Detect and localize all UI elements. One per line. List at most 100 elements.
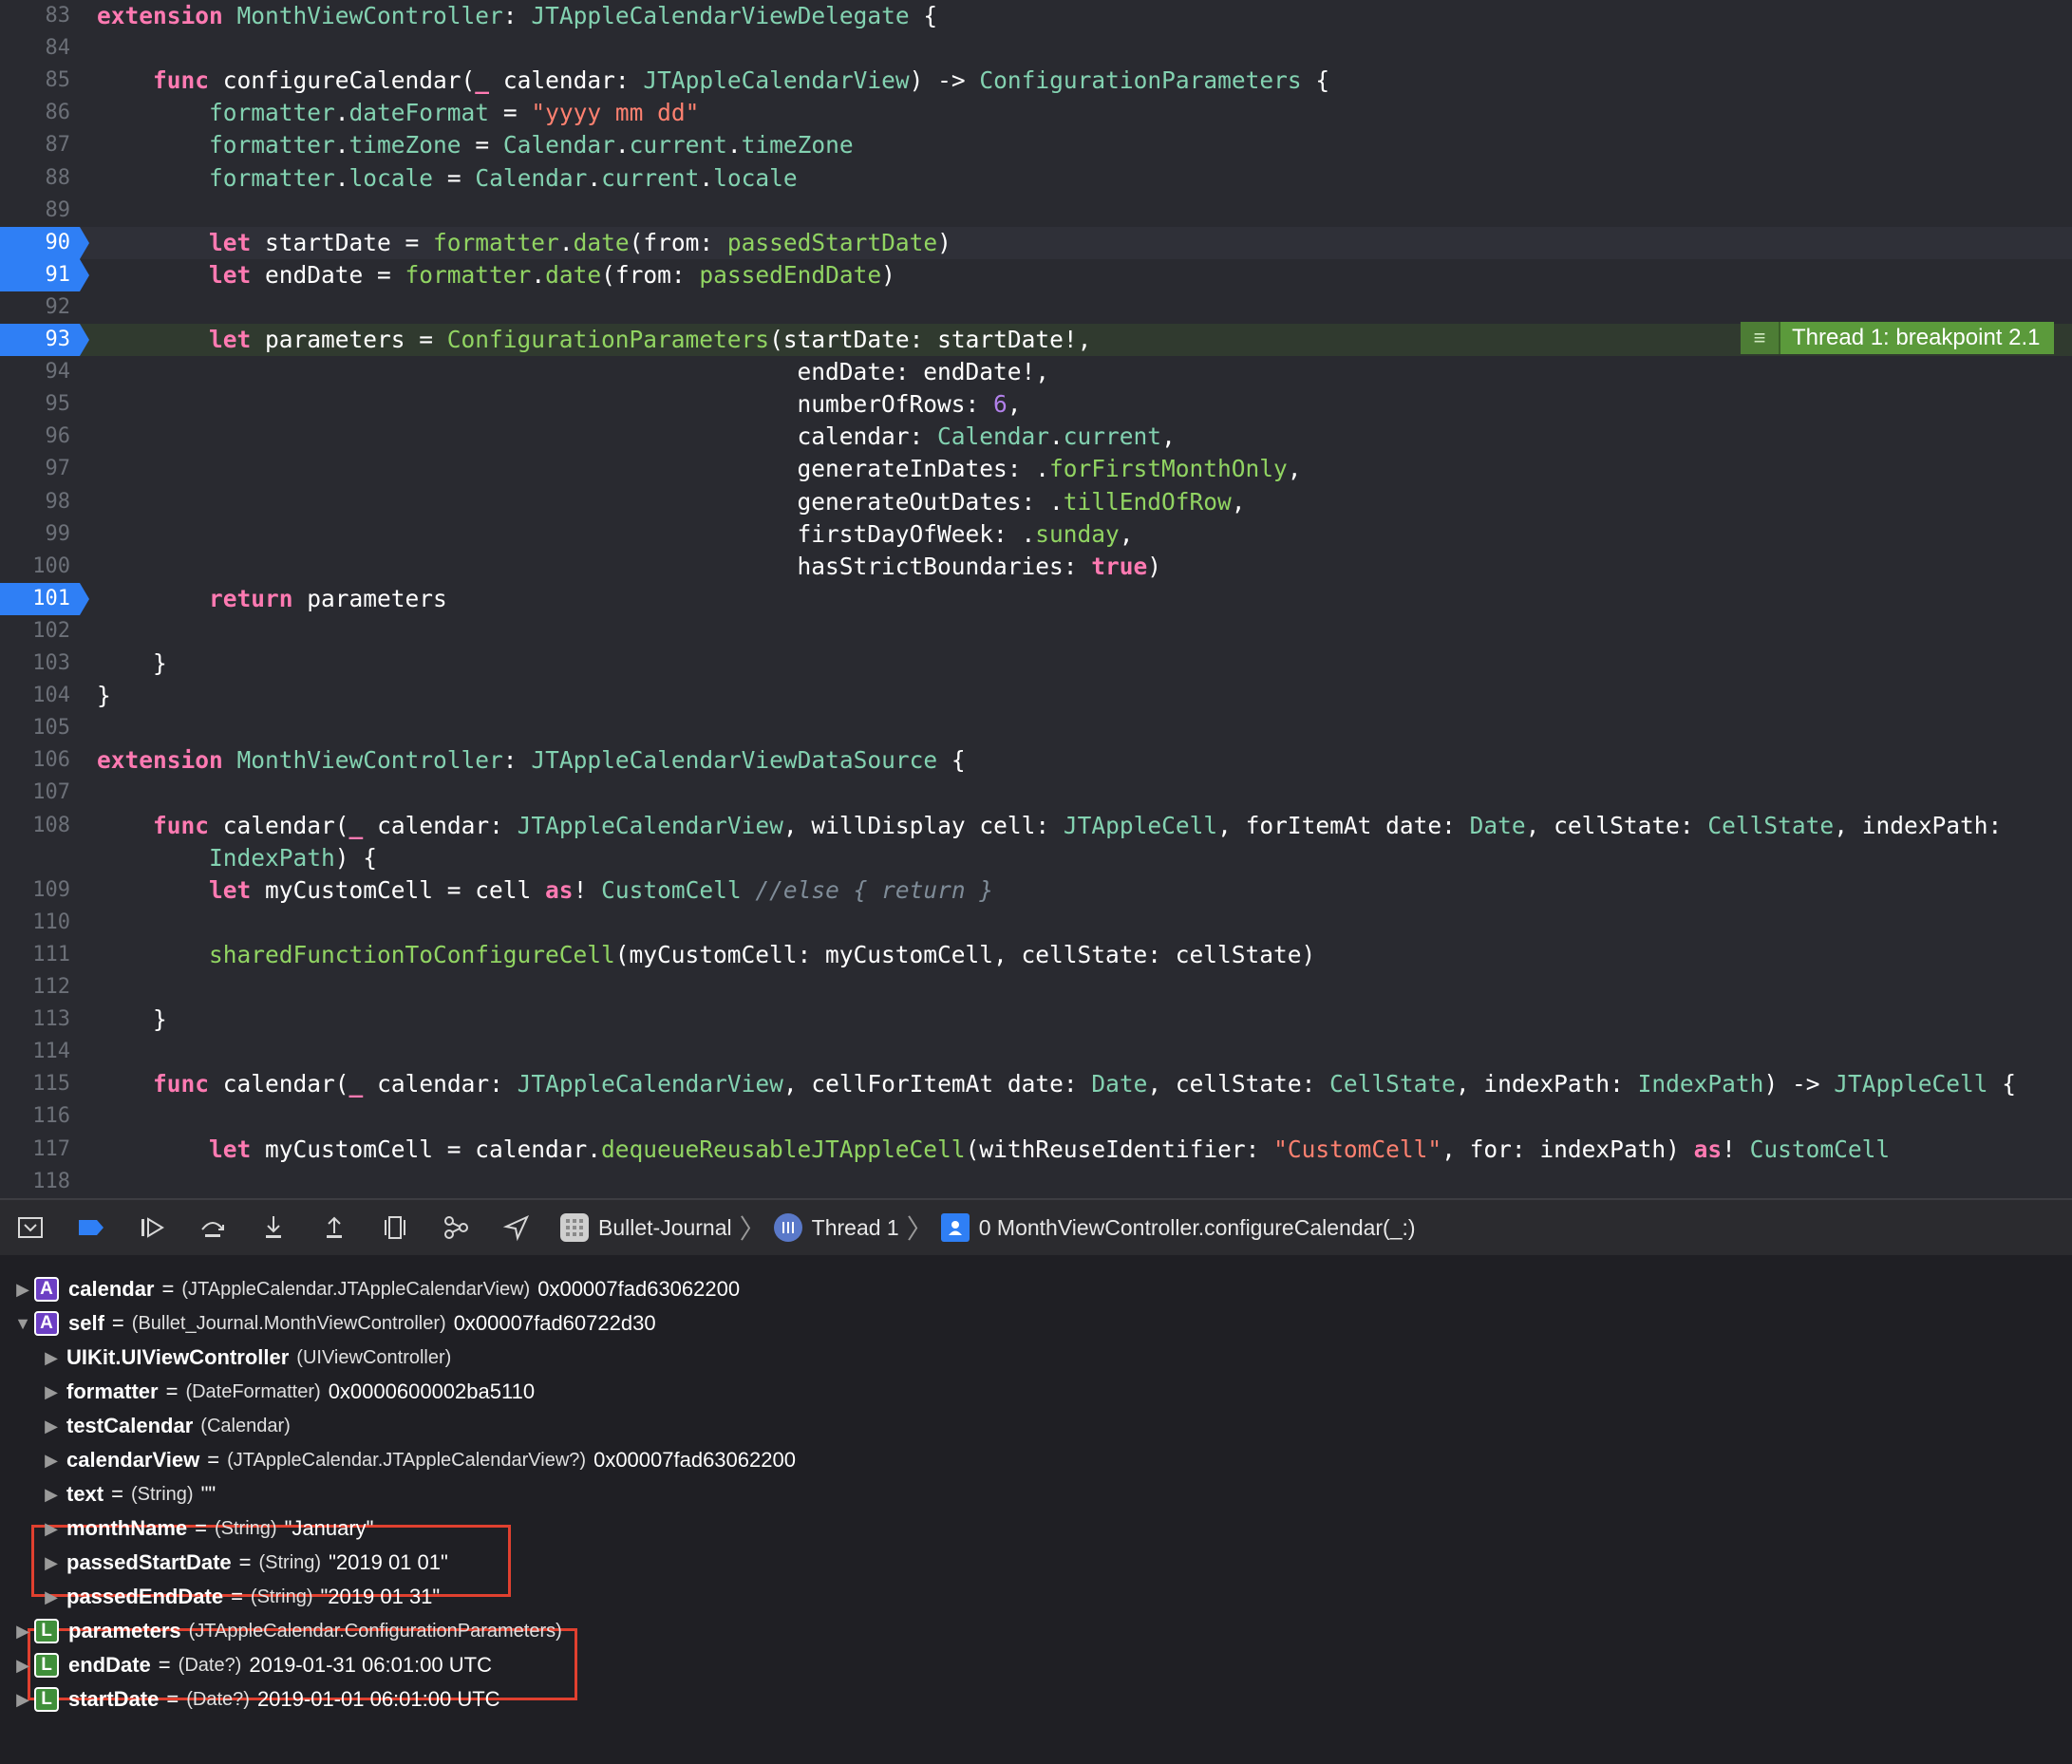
code-line[interactable]: 84 — [0, 32, 2072, 65]
code-line[interactable]: 111 sharedFunctionToConfigureCell(myCust… — [0, 939, 2072, 971]
code-line[interactable]: 88 formatter.locale = Calendar.current.l… — [0, 162, 2072, 195]
line-number[interactable]: 99 — [0, 518, 76, 551]
line-number[interactable]: 100 — [0, 551, 76, 583]
code-line[interactable]: 87 formatter.timeZone = Calendar.current… — [0, 129, 2072, 161]
breakpoint-marker[interactable]: 93 — [0, 324, 89, 356]
disclosure-closed-icon[interactable]: ▶ — [11, 1622, 34, 1642]
code-line[interactable]: 89 — [0, 195, 2072, 227]
code-line[interactable]: 118 — [0, 1166, 2072, 1198]
code-line[interactable]: 102 — [0, 615, 2072, 647]
line-number[interactable]: 105 — [0, 712, 76, 744]
hide-debug-area-icon[interactable] — [0, 1200, 61, 1255]
line-number[interactable]: 95 — [0, 388, 76, 421]
variable-row[interactable]: ▶ UIKit.UIViewController (UIViewController… — [40, 1341, 459, 1375]
code-line[interactable]: 85 func configureCalendar(_ calendar: JT… — [0, 65, 2072, 97]
variable-row[interactable]: ▶ LstartDate = (Date?) 2019-01-01 06:01:00 U… — [11, 1682, 500, 1717]
code-line[interactable]: 109 let myCustomCell = cell as! CustomCe… — [0, 874, 2072, 907]
variable-row[interactable]: ▶ Acalendar = (JTAppleCalendar.JTAppleCalen… — [11, 1272, 740, 1306]
code-line[interactable]: 112 — [0, 971, 2072, 1004]
disclosure-closed-icon[interactable]: ▶ — [40, 1451, 63, 1471]
breakpoint-annotation[interactable]: ≡ Thread 1: breakpoint 2.1 — [1741, 322, 2054, 354]
line-number[interactable]: 85 — [0, 65, 76, 97]
variable-row[interactable]: ▼ Aself = (Bullet_Journal.MonthViewControll… — [11, 1306, 656, 1341]
variable-row[interactable]: ▶ Lparameters (JTAppleCalendar.Configurati… — [11, 1614, 570, 1648]
line-number[interactable]: 103 — [0, 647, 76, 680]
source-editor[interactable]: 83 extension MonthViewController: JTApple… — [0, 0, 2072, 1198]
line-number[interactable]: 84 — [0, 32, 76, 65]
line-number[interactable]: 107 — [0, 777, 76, 809]
variable-row[interactable]: ▶ LendDate = (Date?) 2019-01-31 06:01:00 UTC — [11, 1648, 492, 1682]
code-line[interactable]: 100 hasStrictBoundaries: true) — [0, 551, 2072, 583]
line-number[interactable]: 117 — [0, 1134, 76, 1166]
line-number[interactable]: 116 — [0, 1100, 76, 1133]
line-number[interactable]: 112 — [0, 971, 76, 1004]
variable-row[interactable]: ▶ passedStartDate = (String) "2019 01 01" — [40, 1546, 448, 1580]
disclosure-closed-icon[interactable]: ▶ — [40, 1382, 63, 1402]
disclosure-open-icon[interactable]: ▼ — [11, 1314, 34, 1334]
code-line[interactable]: 91 let endDate = formatter.date(from: pa… — [0, 259, 2072, 291]
code-line[interactable]: 114 — [0, 1036, 2072, 1068]
line-number[interactable]: 114 — [0, 1036, 76, 1068]
breadcrumb-app[interactable]: Bullet-Journal — [598, 1215, 732, 1241]
code-line[interactable]: 108 func calendar(_ calendar: JTAppleCal… — [0, 810, 2072, 842]
variable-row[interactable]: ▶ monthName = (String) "January" — [40, 1511, 373, 1546]
step-out-icon[interactable] — [304, 1200, 365, 1255]
line-number[interactable]: 118 — [0, 1166, 76, 1198]
code-line[interactable]: 99 firstDayOfWeek: .sunday, — [0, 518, 2072, 551]
code-line[interactable]: 83 extension MonthViewController: JTApple… — [0, 0, 2072, 32]
step-into-icon[interactable] — [243, 1200, 304, 1255]
disclosure-closed-icon[interactable]: ▶ — [11, 1656, 34, 1676]
code-line[interactable]: 106 extension MonthViewController: JTAppl… — [0, 744, 2072, 777]
code-line[interactable]: 116 — [0, 1100, 2072, 1133]
line-number[interactable]: 88 — [0, 162, 76, 195]
simulate-location-icon[interactable] — [486, 1200, 547, 1255]
variable-row[interactable]: ▶ passedEndDate = (String) "2019 01 31" — [40, 1580, 440, 1614]
code-line[interactable]: 115 func calendar(_ calendar: JTAppleCal… — [0, 1068, 2072, 1100]
code-line[interactable]: 107 — [0, 777, 2072, 809]
code-line[interactable]: 113 } — [0, 1004, 2072, 1036]
line-number[interactable]: 104 — [0, 680, 76, 712]
variable-row[interactable]: ▶ testCalendar (Calendar) — [40, 1409, 298, 1443]
memory-graph-icon[interactable] — [425, 1200, 486, 1255]
code-line[interactable]: 103 } — [0, 647, 2072, 680]
disclosure-closed-icon[interactable]: ▶ — [40, 1348, 63, 1368]
continue-icon[interactable] — [122, 1200, 182, 1255]
line-number[interactable]: 87 — [0, 129, 76, 161]
breakpoint-marker[interactable]: 90 — [0, 227, 89, 259]
line-number[interactable]: 89 — [0, 195, 76, 227]
code-line[interactable]: 110 — [0, 907, 2072, 939]
code-line[interactable]: 97 generateInDates: .forFirstMonthOnly, — [0, 453, 2072, 485]
line-number[interactable]: 110 — [0, 907, 76, 939]
code-line[interactable]: 101 return parameters — [0, 583, 2072, 615]
code-line[interactable]: 90 let startDate = formatter.date(from: … — [0, 227, 2072, 259]
code-line[interactable]: 104} — [0, 680, 2072, 712]
view-hierarchy-icon[interactable] — [365, 1200, 425, 1255]
disclosure-closed-icon[interactable]: ▶ — [11, 1280, 34, 1300]
line-number[interactable]: 86 — [0, 97, 76, 129]
line-number[interactable]: 94 — [0, 356, 76, 388]
line-number[interactable]: 97 — [0, 453, 76, 485]
line-number[interactable]: 92 — [0, 291, 76, 324]
code-line[interactable]: 86 formatter.dateFormat = "yyyy mm dd" — [0, 97, 2072, 129]
line-number[interactable]: 115 — [0, 1068, 76, 1100]
code-line[interactable]: 96 calendar: Calendar.current, — [0, 421, 2072, 453]
line-number[interactable]: 106 — [0, 744, 76, 777]
breadcrumb-frame[interactable]: 0 MonthViewController.configureCalendar(… — [979, 1215, 1416, 1241]
variable-row[interactable]: ▶ calendarView = (JTAppleCalendar.JTAppleCa… — [40, 1443, 796, 1477]
code-line[interactable]: 94 endDate: endDate!, — [0, 356, 2072, 388]
line-number[interactable]: 109 — [0, 874, 76, 907]
code-line[interactable]: 95 numberOfRows: 6, — [0, 388, 2072, 421]
line-number[interactable]: 113 — [0, 1004, 76, 1036]
breakpoints-toggle-icon[interactable] — [61, 1200, 122, 1255]
line-number[interactable]: 96 — [0, 421, 76, 453]
line-number[interactable] — [0, 842, 76, 874]
line-number[interactable]: 83 — [0, 0, 76, 32]
disclosure-closed-icon[interactable]: ▶ — [40, 1587, 63, 1607]
list-icon[interactable]: ≡ — [1741, 322, 1780, 354]
line-number[interactable]: 98 — [0, 486, 76, 518]
line-number[interactable]: 108 — [0, 810, 76, 842]
breakpoint-marker[interactable]: 101 — [0, 583, 89, 615]
code-line[interactable]: 117 let myCustomCell = calendar.dequeueR… — [0, 1134, 2072, 1166]
variables-view[interactable]: ▶ Acalendar = (JTAppleCalendar.JTAppleCalen… — [0, 1255, 2072, 1764]
variable-row[interactable]: ▶ formatter = (DateFormatter) 0x0000600002ba… — [40, 1375, 535, 1409]
